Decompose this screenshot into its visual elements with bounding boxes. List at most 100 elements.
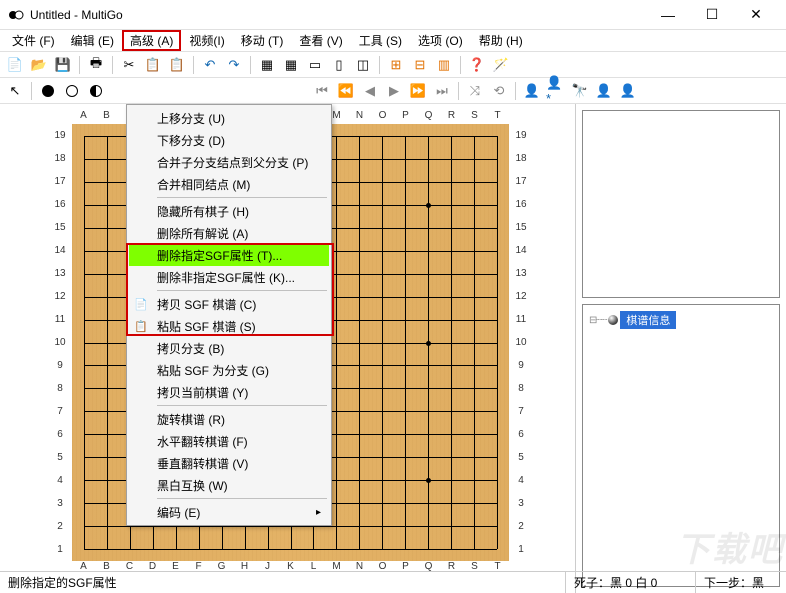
- new-icon[interactable]: 📄: [4, 54, 26, 76]
- tree-root[interactable]: ⊟┈┈ 棋谱信息: [589, 311, 773, 329]
- menu-item-8[interactable]: 删除非指定SGF属性 (K)...: [129, 266, 329, 288]
- menu-7[interactable]: 选项 (O): [410, 30, 471, 51]
- forward-icon[interactable]: ⏩: [407, 80, 429, 102]
- menu-item-label: 旋转棋谱 (R): [157, 411, 225, 428]
- loop-icon[interactable]: ⟲: [488, 80, 510, 102]
- menu-item-label: 水平翻转棋谱 (F): [157, 433, 248, 450]
- menu-icon: 📋: [133, 318, 149, 334]
- menu-item-3[interactable]: 合并相同结点 (M): [129, 173, 329, 195]
- box-icon[interactable]: ▭: [304, 54, 326, 76]
- menu-item-label: 拷贝当前棋谱 (Y): [157, 384, 248, 401]
- menu-item-16[interactable]: 旋转棋谱 (R): [129, 408, 329, 430]
- cut-icon[interactable]: ✂: [118, 54, 140, 76]
- menu-item-label: 拷贝 SGF 棋谱 (C): [157, 296, 256, 313]
- menu-item-5[interactable]: 隐藏所有棋子 (H): [129, 200, 329, 222]
- menu-item-13[interactable]: 粘贴 SGF 为分支 (G): [129, 359, 329, 381]
- menu-item-6[interactable]: 删除所有解说 (A): [129, 222, 329, 244]
- paste-icon[interactable]: 📋: [166, 54, 188, 76]
- save-icon[interactable]: 💾: [52, 54, 74, 76]
- toolbar-main: 📄 📂 💾 🖶 ✂ 📋 📋 ↶ ↷ ▦ ▦ ▭ ▯ ◫ ⊞ ⊟ ▥ ❓ 🪄: [0, 52, 786, 78]
- tree2-icon[interactable]: ⊟: [409, 54, 431, 76]
- rewind-icon[interactable]: ⏪: [335, 80, 357, 102]
- white-stone-icon[interactable]: [61, 80, 83, 102]
- menu-item-18[interactable]: 垂直翻转棋谱 (V): [129, 452, 329, 474]
- copy-icon[interactable]: 📋: [142, 54, 164, 76]
- menu-item-label: 删除所有解说 (A): [157, 225, 248, 242]
- maximize-button[interactable]: ☐: [690, 1, 734, 29]
- coord-right: 19181716151413121110987654321: [511, 124, 531, 561]
- undo-icon[interactable]: ↶: [199, 54, 221, 76]
- black-stone-icon[interactable]: [37, 80, 59, 102]
- menu-item-12[interactable]: 拷贝分支 (B): [129, 337, 329, 359]
- status-captures: 死子：黑 0 白 0: [566, 572, 696, 593]
- menu-item-label: 编码 (E): [157, 504, 200, 521]
- next-icon[interactable]: ▶: [383, 80, 405, 102]
- menu-item-label: 隐藏所有棋子 (H): [157, 203, 249, 220]
- window-icon[interactable]: ◫: [352, 54, 374, 76]
- tree1-icon[interactable]: ⊞: [385, 54, 407, 76]
- wand-icon[interactable]: 🪄: [490, 54, 512, 76]
- half-stone-icon[interactable]: [85, 80, 107, 102]
- minimize-button[interactable]: —: [646, 1, 690, 29]
- person-a-icon[interactable]: 👤: [593, 80, 615, 102]
- grid-icon[interactable]: ▦: [256, 54, 278, 76]
- menu-1[interactable]: 编辑 (E): [63, 30, 122, 51]
- group-icon[interactable]: ▥: [433, 54, 455, 76]
- comment-panel[interactable]: [582, 110, 780, 298]
- menu-item-label: 粘贴 SGF 为分支 (G): [157, 362, 269, 379]
- app-icon: [8, 7, 24, 23]
- menu-item-14[interactable]: 拷贝当前棋谱 (Y): [129, 381, 329, 403]
- print-icon[interactable]: 🖶: [85, 54, 107, 76]
- menu-item-10[interactable]: 📄 拷贝 SGF 棋谱 (C): [129, 293, 329, 315]
- shuffle-icon[interactable]: ⤨: [464, 80, 486, 102]
- menu-6[interactable]: 工具 (S): [351, 30, 410, 51]
- stone-icon: [608, 315, 618, 325]
- menu-item-0[interactable]: 上移分支 (U): [129, 107, 329, 129]
- help-icon[interactable]: ❓: [466, 54, 488, 76]
- menu-item-2[interactable]: 合并子分支结点到父分支 (P): [129, 151, 329, 173]
- tree-panel[interactable]: ⊟┈┈ 棋谱信息: [582, 304, 780, 587]
- menu-item-label: 下移分支 (D): [157, 132, 225, 149]
- advanced-menu-dropdown: 上移分支 (U) 下移分支 (D) 合并子分支结点到父分支 (P) 合并相同结点 (M…: [126, 104, 332, 526]
- statusbar: 删除指定的SGF属性 死子：黑 0 白 0 下一步：黑: [0, 571, 786, 593]
- menu-item-17[interactable]: 水平翻转棋谱 (F): [129, 430, 329, 452]
- last-icon[interactable]: ⏭: [431, 80, 453, 102]
- pointer-icon[interactable]: ↖: [4, 80, 26, 102]
- menu-item-label: 上移分支 (U): [157, 110, 225, 127]
- status-next: 下一步：黑: [696, 572, 786, 593]
- redo-icon[interactable]: ↷: [223, 54, 245, 76]
- vsep-icon[interactable]: ▯: [328, 54, 350, 76]
- menubar: 文件 (F)编辑 (E)高级 (A)视频(I)移动 (T)查看 (V)工具 (S…: [0, 30, 786, 52]
- menu-item-label: 合并相同结点 (M): [157, 176, 250, 193]
- menu-item-7[interactable]: 删除指定SGF属性 (T)...: [129, 244, 329, 266]
- prev-icon[interactable]: ◀: [359, 80, 381, 102]
- menu-icon: 📄: [133, 296, 149, 312]
- menu-5[interactable]: 查看 (V): [291, 30, 350, 51]
- menu-2[interactable]: 高级 (A): [122, 30, 181, 51]
- menu-0[interactable]: 文件 (F): [4, 30, 63, 51]
- grid2-icon[interactable]: ▦: [280, 54, 302, 76]
- tree-label: 棋谱信息: [620, 311, 676, 329]
- toolbar-nav: ↖ ⏮ ⏪ ◀ ▶ ⏩ ⏭ ⤨ ⟲ 👤 👤* 🔭 👤 👤: [0, 78, 786, 104]
- first-icon[interactable]: ⏮: [311, 80, 333, 102]
- menu-item-21[interactable]: 编码 (E): [129, 501, 329, 523]
- open-icon[interactable]: 📂: [28, 54, 50, 76]
- menu-item-label: 删除指定SGF属性 (T)...: [157, 247, 282, 264]
- status-main: 删除指定的SGF属性: [0, 572, 566, 593]
- menu-4[interactable]: 移动 (T): [233, 30, 292, 51]
- titlebar: Untitled - MultiGo — ☐ ✕: [0, 0, 786, 30]
- person-star-icon[interactable]: 👤*: [545, 80, 567, 102]
- person-add-icon[interactable]: 👤: [521, 80, 543, 102]
- close-button[interactable]: ✕: [734, 1, 778, 29]
- menu-item-label: 拷贝分支 (B): [157, 340, 224, 357]
- menu-item-label: 删除非指定SGF属性 (K)...: [157, 269, 295, 286]
- coord-left: 19181716151413121110987654321: [50, 124, 70, 561]
- menu-8[interactable]: 帮助 (H): [471, 30, 531, 51]
- tree-connector-icon: ⊟┈┈: [589, 315, 606, 326]
- menu-item-1[interactable]: 下移分支 (D): [129, 129, 329, 151]
- menu-3[interactable]: 视频(I): [181, 30, 232, 51]
- person-b-icon[interactable]: 👤: [617, 80, 639, 102]
- menu-item-11[interactable]: 📋粘贴 SGF 棋谱 (S): [129, 315, 329, 337]
- menu-item-19[interactable]: 黑白互换 (W): [129, 474, 329, 496]
- binoculars-icon[interactable]: 🔭: [569, 80, 591, 102]
